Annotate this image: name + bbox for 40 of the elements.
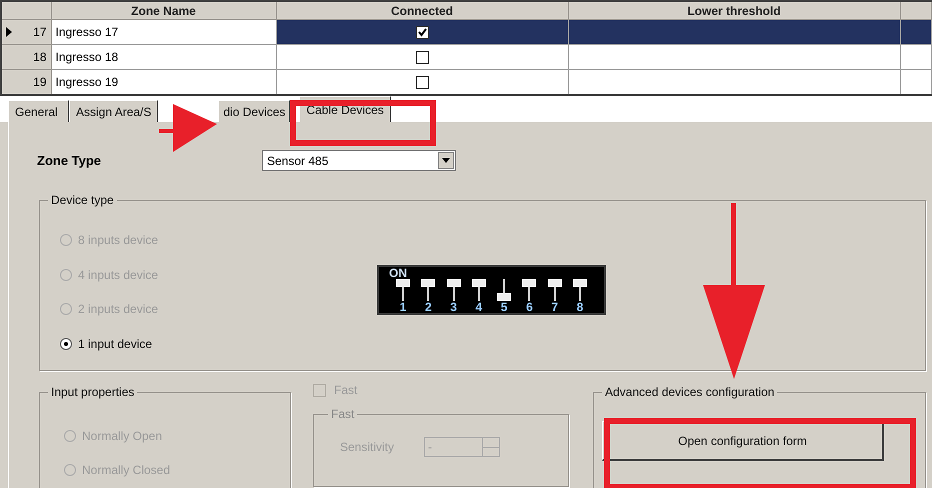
row-header[interactable]: 17	[1, 20, 51, 44]
switch-number: 4	[476, 301, 482, 313]
connected-checkbox[interactable]	[416, 26, 428, 40]
row-number: 18	[33, 50, 46, 64]
switch-number: 8	[576, 301, 584, 313]
fast-label: Fast	[334, 383, 358, 397]
switch-number: 6	[526, 301, 533, 313]
switch-number: 7	[551, 301, 558, 313]
connected-checkbox[interactable]	[416, 51, 428, 64]
row-number: 17	[33, 25, 46, 39]
row-header[interactable]: 18	[1, 44, 51, 70]
zone-type-dropdown[interactable]: Sensor 485	[262, 150, 456, 171]
radio-option[interactable]: 1 input device	[60, 326, 925, 361]
current-row-icon	[6, 27, 12, 37]
group-title: Fast	[330, 407, 356, 421]
tab[interactable]: Assign Area/S	[69, 100, 158, 122]
open-configuration-button[interactable]: Open configuration form	[602, 421, 884, 461]
column-header[interactable]: Lower threshold	[568, 1, 900, 20]
zone-type-label: Zone Type	[37, 153, 102, 168]
caret-icon	[442, 158, 450, 163]
table-cell: Ingresso 17	[51, 20, 276, 44]
switch-number: 2	[424, 301, 432, 313]
table-cell: Ingresso 19	[51, 70, 276, 95]
sensitivity-label: Sensitivity	[340, 440, 394, 454]
row-header[interactable]: 19	[1, 70, 51, 95]
group-title: Device type	[50, 193, 115, 207]
tab[interactable]: General	[8, 100, 69, 122]
column-header[interactable]: Connected	[276, 1, 568, 20]
table-cell: Ingresso 18	[51, 44, 276, 70]
switch-number: 3	[450, 301, 457, 313]
row-number: 19	[33, 75, 46, 89]
connected-checkbox[interactable]	[416, 76, 428, 90]
column-header[interactable]: Zone Name	[51, 1, 276, 20]
group-title: Advanced devices configuration	[604, 385, 776, 399]
switch-number: 5	[500, 301, 508, 313]
dip-switch-drawing: ON 1 2 3 4 5 6 7 8	[377, 265, 606, 315]
tab[interactable]: dio Devices	[218, 100, 290, 122]
group-title: Input properties	[50, 385, 136, 399]
switch-number: 1	[400, 301, 406, 313]
radio-dot-icon	[64, 342, 68, 346]
